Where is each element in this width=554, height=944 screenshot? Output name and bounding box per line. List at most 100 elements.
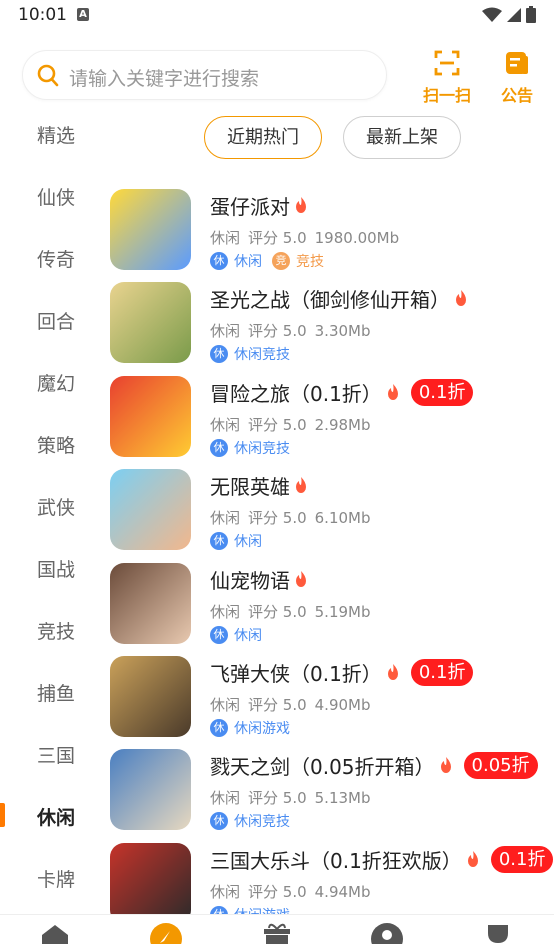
tag-text: 竞技 bbox=[296, 254, 324, 270]
game-genre: 休闲 bbox=[210, 416, 241, 434]
discount-badge: 0.1折 bbox=[410, 379, 474, 406]
tag-badge-icon: 休 bbox=[210, 719, 228, 737]
category-label: 仙侠 bbox=[37, 187, 76, 209]
fire-icon bbox=[387, 664, 398, 680]
game-icon[interactable] bbox=[110, 189, 191, 270]
tag-badge-icon: 竞 bbox=[272, 252, 290, 270]
game-title-row: 戮天之剑（0.05折开箱） 0.05折 bbox=[210, 751, 538, 780]
category-item[interactable]: 竞技 bbox=[0, 598, 100, 660]
scan-button[interactable]: 扫一扫 bbox=[421, 50, 473, 106]
status-time: 10:01 bbox=[18, 5, 67, 25]
game-list-item[interactable]: 蛋仔派对 休闲 评分 5.0 1980.00Mb 休休闲竞竞技 bbox=[110, 189, 554, 282]
game-genre: 休闲 bbox=[210, 696, 241, 714]
category-item[interactable]: 三国 bbox=[0, 722, 100, 784]
tag-text: 休闲竞技 bbox=[234, 347, 290, 363]
game-icon[interactable] bbox=[110, 843, 191, 924]
game-size: 5.19Mb bbox=[314, 603, 371, 621]
category-label: 传奇 bbox=[37, 249, 76, 271]
category-item[interactable]: 魔幻 bbox=[0, 350, 100, 412]
game-meta: 休闲 评分 5.0 5.19Mb bbox=[210, 601, 379, 622]
category-item[interactable]: 捕鱼 bbox=[0, 660, 100, 722]
tab-new[interactable]: 最新上架 bbox=[343, 116, 461, 159]
game-list-item[interactable]: 冒险之旅（0.1折） 0.1折休闲 评分 5.0 2.98Mb 休休闲竞技 bbox=[110, 376, 554, 469]
game-title: 无限英雄 bbox=[210, 475, 290, 499]
category-item[interactable]: 策略 bbox=[0, 412, 100, 474]
bottom-nav bbox=[0, 914, 554, 944]
game-title: 飞弹大侠（0.1折） bbox=[210, 662, 382, 686]
category-item[interactable]: 回合 bbox=[0, 288, 100, 350]
game-icon[interactable] bbox=[110, 749, 191, 830]
game-list-item[interactable]: 仙宠物语 休闲 评分 5.0 5.19Mb 休休闲 bbox=[110, 563, 554, 656]
nav-gift[interactable] bbox=[262, 923, 292, 944]
game-title: 冒险之旅（0.1折） bbox=[210, 382, 382, 406]
game-score: 评分 5.0 bbox=[248, 416, 307, 434]
nav-discover[interactable] bbox=[150, 923, 182, 944]
game-genre: 休闲 bbox=[210, 603, 241, 621]
game-meta: 休闲 评分 5.0 6.10Mb bbox=[210, 507, 379, 528]
tab-hot[interactable]: 近期热门 bbox=[204, 116, 322, 159]
category-item[interactable]: 武侠 bbox=[0, 474, 100, 536]
nav-home[interactable] bbox=[40, 923, 70, 944]
category-label: 竞技 bbox=[37, 621, 76, 643]
game-score: 评分 5.0 bbox=[248, 229, 307, 247]
game-list-item[interactable]: 圣光之战（御剑修仙开箱） 休闲 评分 5.0 3.30Mb 休休闲竞技 bbox=[110, 282, 554, 375]
game-list-item[interactable]: 无限英雄休闲 评分 5.0 6.10Mb 休休闲 bbox=[110, 469, 554, 562]
game-icon[interactable] bbox=[110, 469, 191, 550]
compass-icon bbox=[150, 923, 182, 944]
game-title-row: 无限英雄 bbox=[210, 471, 309, 500]
game-tags: 休休闲 bbox=[210, 531, 272, 551]
game-title-row: 三国大乐斗（0.1折狂欢版） 0.1折 bbox=[210, 845, 554, 874]
nav-service[interactable] bbox=[371, 923, 403, 944]
category-label: 精选 bbox=[37, 125, 76, 147]
tag-text: 休闲 bbox=[234, 534, 262, 550]
notification-badge: A bbox=[77, 8, 89, 21]
game-title: 仙宠物语 bbox=[210, 569, 290, 593]
search-input[interactable]: 请输入关键字进行搜索 bbox=[22, 50, 387, 100]
game-icon[interactable] bbox=[110, 656, 191, 737]
game-list-item[interactable]: 戮天之剑（0.05折开箱） 0.05折 休闲 评分 5.0 5.13Mb 休休闲竞技 bbox=[110, 749, 554, 842]
game-icon[interactable] bbox=[110, 563, 191, 644]
category-item-active[interactable]: 休闲 bbox=[0, 784, 100, 846]
game-size: 4.94Mb bbox=[314, 883, 371, 901]
tag-badge-icon: 休 bbox=[210, 439, 228, 457]
game-icon[interactable] bbox=[110, 376, 191, 457]
category-label: 国战 bbox=[37, 559, 76, 581]
category-item[interactable]: 精选 bbox=[0, 102, 100, 164]
gift-icon bbox=[264, 923, 290, 944]
game-tags: 休休闲 bbox=[210, 625, 272, 645]
category-label: 武侠 bbox=[37, 497, 76, 519]
game-list-item[interactable]: 飞弹大侠（0.1折） 0.1折 休闲 评分 5.0 4.90Mb 休休闲游戏 bbox=[110, 656, 554, 749]
game-title: 蛋仔派对 bbox=[210, 195, 290, 219]
game-meta: 休闲 评分 5.0 4.94Mb bbox=[210, 881, 379, 902]
notice-icon bbox=[506, 52, 528, 74]
notice-label: 公告 bbox=[500, 86, 533, 105]
game-title: 圣光之战（御剑修仙开箱） bbox=[210, 288, 450, 312]
game-genre: 休闲 bbox=[210, 789, 241, 807]
battery-icon bbox=[526, 6, 536, 23]
category-item[interactable]: 卡牌 bbox=[0, 846, 100, 908]
category-label: 捕鱼 bbox=[37, 683, 76, 705]
game-tags: 休休闲竞技 bbox=[210, 811, 300, 831]
status-bar: 10:01 A bbox=[0, 0, 554, 30]
signal-icon bbox=[507, 7, 521, 22]
tag-badge-icon: 休 bbox=[210, 626, 228, 644]
game-size: 2.98Mb bbox=[314, 416, 371, 434]
nav-profile[interactable] bbox=[486, 923, 510, 944]
service-icon bbox=[371, 923, 403, 944]
game-score: 评分 5.0 bbox=[248, 603, 307, 621]
game-genre: 休闲 bbox=[210, 322, 241, 340]
fire-icon bbox=[387, 384, 398, 400]
category-label: 卡牌 bbox=[37, 869, 76, 891]
category-item[interactable]: 仙侠 bbox=[0, 164, 100, 226]
notice-button[interactable]: 公告 bbox=[491, 50, 543, 106]
game-tags: 休休闲竞技 bbox=[210, 438, 300, 458]
tag-badge-icon: 休 bbox=[210, 252, 228, 270]
scan-icon bbox=[434, 50, 460, 76]
game-size: 3.30Mb bbox=[314, 322, 371, 340]
category-item[interactable]: 传奇 bbox=[0, 226, 100, 288]
category-label: 休闲 bbox=[37, 807, 76, 829]
game-icon[interactable] bbox=[110, 282, 191, 363]
search-placeholder: 请输入关键字进行搜索 bbox=[69, 68, 260, 90]
category-item[interactable]: 国战 bbox=[0, 536, 100, 598]
fire-icon bbox=[296, 571, 306, 587]
